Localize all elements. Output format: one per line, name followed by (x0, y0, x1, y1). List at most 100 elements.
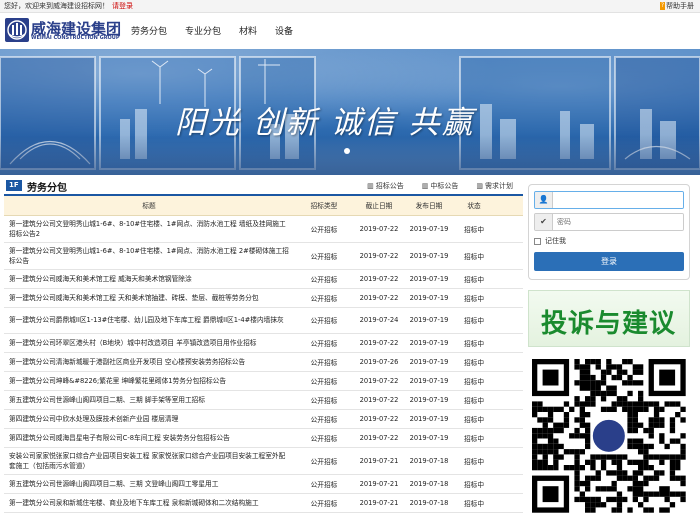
row-published: 2019-07-19 (404, 215, 454, 243)
row-published: 2019-07-19 (404, 288, 454, 308)
row-published: 2019-07-18 (404, 447, 454, 475)
password-input[interactable] (553, 214, 683, 230)
check-icon: ✔ (535, 214, 553, 230)
plan-icon: ▥ (476, 182, 483, 190)
row-type: 公开招标 (294, 352, 354, 372)
login-link[interactable]: 请登录 (112, 2, 133, 10)
tab-label: 招标公告 (375, 182, 404, 190)
table-header-row: 标题 招标类型 截止日期 发布日期 状态 (4, 196, 523, 216)
row-title[interactable]: 第五建筑分公司世源峰山阁四项目二期、三期 脚手架等室用工招标 (4, 390, 294, 410)
logo-emblem-icon (5, 18, 29, 42)
carousel-dot[interactable] (344, 148, 350, 154)
section-header: 1F 劳务分包 ▥ 招标公告 ▥ 中标公告 ▥ 需求计划 (4, 177, 523, 196)
qr-code (528, 357, 690, 517)
table-row[interactable]: 第一建筑分公司文登明秀山城1-6#、8-10#住宅楼、1#网点、消防水池工程 2… (4, 242, 523, 270)
username-input[interactable] (553, 192, 683, 208)
row-type: 公开招标 (294, 307, 354, 334)
table-row[interactable]: 第一建筑分公司威海天和美术馆工程 天和美术馆抽建、砖模、垫层、截桩等劳务分包 公开… (4, 288, 523, 308)
sidebar: 👤 ✔ 记住我 登录 投诉与建议 (528, 184, 690, 521)
row-title[interactable]: 第一建筑分公司威海天和美术馆工程 威海天和美术馆钢管除涂 (4, 269, 294, 289)
col-published: 发布日期 (404, 196, 454, 216)
floor-badge: 1F (6, 180, 22, 191)
row-published: 2019-07-19 (404, 352, 454, 372)
row-type: 公开招标 (294, 474, 354, 494)
table-row[interactable]: 第一建筑分公司环翠区港头村（B地块）城中村改造项目 羊亭镇改造项目用作业招标 公开… (4, 333, 523, 353)
row-status: 招标中 (454, 428, 494, 448)
notice-icon: ▥ (367, 182, 374, 190)
tab-tender-notice[interactable]: ▥ 招标公告 (367, 181, 404, 191)
nav-item-materials[interactable]: 材料 (239, 24, 257, 37)
tab-award-notice[interactable]: ▥ 中标公告 (422, 181, 459, 191)
row-title[interactable]: 第一建筑分公司文登明秀山城1-6#、8-10#住宅楼、1#网点、消防水池工程 墙… (4, 215, 294, 243)
logo[interactable]: 威海建设集团 WEIHAI CONSTRUCTION GROUP (5, 18, 121, 44)
row-title[interactable]: 第一建筑分公司爵鼎城II区1-13#住宅楼、幼儿园及地下车库工程 爵鼎城II区1… (4, 307, 294, 334)
row-title[interactable]: 第四建筑分公司中欣水处理及膜技术创新产业园 楼层清理 (4, 409, 294, 429)
top-bar: 您好，欢迎来到威海建设招标网！ 请登录 ? 帮助手册 (0, 0, 700, 13)
user-icon: 👤 (535, 192, 553, 208)
row-title[interactable]: 第五建筑分公司世源峰山阁四项目二期、三期 文登峰山阁四工零星用工 (4, 474, 294, 494)
username-field: 👤 (534, 191, 684, 209)
table-row[interactable]: 第五建筑分公司世源峰山阁四项目二期、三期 文登峰山阁四工零星用工 公开招标 2019… (4, 474, 523, 494)
row-type: 公开招标 (294, 242, 354, 270)
nav-item-labor[interactable]: 劳务分包 (131, 24, 167, 37)
row-published: 2019-07-19 (404, 390, 454, 410)
table-row[interactable]: 第四建筑分公司威海昌星电子有限公司C-8车间工程 安装劳务分包招标公告 公开招标 2… (4, 428, 523, 448)
col-status: 状态 (454, 196, 494, 216)
hero-banner: 阳光 创新 诚信 共赢 (0, 49, 700, 175)
row-title[interactable]: 第一建筑分公司清海新城暖于港副社区商业开发项目 空心楼预安装劳务招标公告 (4, 352, 294, 372)
table-row[interactable]: 第一建筑分公司爵鼎城II区1-13#住宅楼、幼儿园及地下车库工程 爵鼎城II区1… (4, 307, 523, 334)
remember-checkbox[interactable] (534, 237, 541, 245)
complaint-text: 投诉与建议 (541, 309, 677, 339)
row-deadline: 2019-07-22 (354, 269, 404, 289)
row-deadline: 2019-07-22 (354, 242, 404, 270)
row-published: 2019-07-18 (404, 474, 454, 494)
row-title[interactable]: 安装公司家家悦张家口综合产业园项目安装工程 家家悦张家口综合产业园项目安装工程室… (4, 447, 294, 475)
row-status: 招标中 (454, 215, 494, 243)
row-deadline: 2019-07-22 (354, 390, 404, 410)
row-title[interactable]: 第四建筑分公司威海昌星电子有限公司C-8车间工程 安装劳务分包招标公告 (4, 428, 294, 448)
row-status: 招标中 (454, 269, 494, 289)
tab-label: 需求计划 (485, 182, 513, 190)
row-published: 2019-07-19 (404, 242, 454, 270)
table-row[interactable]: 第一建筑分公司坤峰&#8226;繁花里 坤峰繁花里砌体1劳务分包招标公告 公开招标… (4, 371, 523, 391)
row-deadline: 2019-07-24 (354, 307, 404, 334)
table-row[interactable]: 第四建筑分公司中欣水处理及膜技术创新产业园 楼层清理 公开招标 2019-07-22… (4, 409, 523, 429)
row-deadline: 2019-07-22 (354, 288, 404, 308)
login-button[interactable]: 登录 (534, 252, 684, 271)
row-deadline: 2019-07-21 (354, 447, 404, 475)
row-type: 公开招标 (294, 409, 354, 429)
row-deadline: 2019-07-22 (354, 409, 404, 429)
row-published: 2019-07-19 (404, 307, 454, 334)
row-status: 招标中 (454, 447, 494, 475)
help-link[interactable]: ? 帮助手册 (659, 0, 694, 12)
section-title: 劳务分包 (27, 183, 67, 194)
tab-demand-plan[interactable]: ▥ 需求计划 (476, 181, 513, 191)
row-type: 公开招标 (294, 390, 354, 410)
row-published: 2019-07-19 (404, 428, 454, 448)
row-status: 招标中 (454, 371, 494, 391)
table-row[interactable]: 安装公司家家悦张家口综合产业园项目安装工程 家家悦张家口综合产业园项目安装工程室… (4, 447, 523, 475)
row-title[interactable]: 第一建筑分公司环翠区港头村（B地块）城中村改造项目 羊亭镇改造项目用作业招标 (4, 333, 294, 353)
remember-me[interactable]: 记住我 (534, 235, 684, 247)
table-row[interactable]: 第五建筑分公司世源峰山阁四项目二期、三期 脚手架等室用工招标 公开招标 2019-0… (4, 390, 523, 410)
row-title[interactable]: 第一建筑分公司文登明秀山城1-6#、8-10#住宅楼、1#网点、消防水池工程 2… (4, 242, 294, 270)
row-published: 2019-07-19 (404, 333, 454, 353)
row-type: 公开招标 (294, 269, 354, 289)
table-row[interactable]: 第一建筑分公司清海新城暖于港副社区商业开发项目 空心楼预安装劳务招标公告 公开招标… (4, 352, 523, 372)
row-type: 公开招标 (294, 493, 354, 513)
nav-item-professional[interactable]: 专业分包 (185, 24, 221, 37)
table-row[interactable]: 第一建筑分公司威海天和美术馆工程 威海天和美术馆钢管除涂 公开招标 2019-07-… (4, 269, 523, 289)
header: 威海建设集团 WEIHAI CONSTRUCTION GROUP 劳务分包 专业… (0, 13, 700, 49)
complaint-banner[interactable]: 投诉与建议 (528, 290, 690, 347)
banner-slogan: 阳光 创新 诚信 共赢 (175, 105, 475, 141)
nav-item-equipment[interactable]: 设备 (275, 24, 293, 37)
remember-label: 记住我 (545, 237, 566, 245)
table-row[interactable]: 第一建筑分公司文登明秀山城1-6#、8-10#住宅楼、1#网点、消防水池工程 墙… (4, 215, 523, 243)
row-title[interactable]: 第一建筑分公司泉和新城住宅楼、商业及地下车库工程 泉和新城砌体和二次结构施工 (4, 493, 294, 513)
row-deadline: 2019-07-22 (354, 215, 404, 243)
row-title[interactable]: 第一建筑分公司威海天和美术馆工程 天和美术馆抽建、砖模、垫层、截桩等劳务分包 (4, 288, 294, 308)
row-title[interactable]: 第一建筑分公司坤峰&#8226;繁花里 坤峰繁花里砌体1劳务分包招标公告 (4, 371, 294, 391)
row-type: 公开招标 (294, 215, 354, 243)
table-row[interactable]: 第一建筑分公司泉和新城住宅楼、商业及地下车库工程 泉和新城砌体和二次结构施工 公开… (4, 493, 523, 513)
col-type: 招标类型 (294, 196, 354, 216)
